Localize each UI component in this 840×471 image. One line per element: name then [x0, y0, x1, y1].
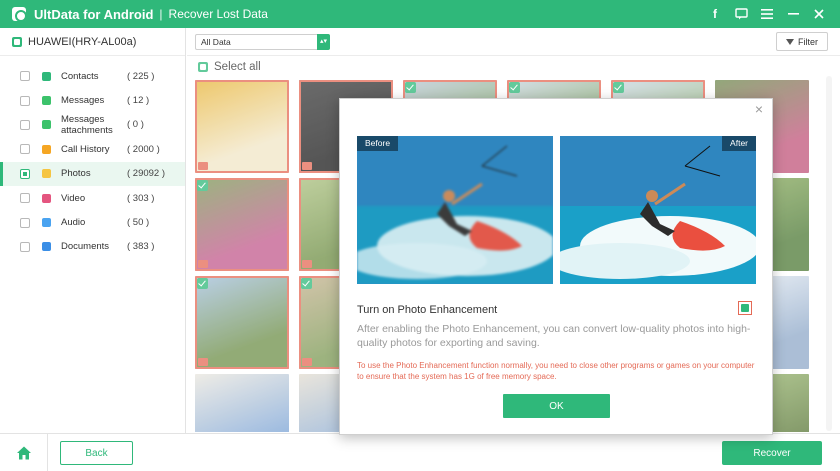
- feedback-icon[interactable]: [730, 3, 752, 25]
- category-checkbox[interactable]: [20, 168, 30, 179]
- recover-button[interactable]: Recover: [722, 441, 822, 465]
- dialog-close-icon[interactable]: ×: [752, 102, 766, 116]
- category-label: Documents: [61, 241, 110, 253]
- menu-icon[interactable]: [756, 3, 778, 25]
- before-photo: [357, 136, 553, 284]
- window-controls: f: [704, 0, 830, 28]
- documents-icon: [42, 242, 51, 252]
- category-label: Audio: [61, 217, 86, 229]
- sidebar-item-messages[interactable]: Messages ( 12 ): [0, 88, 185, 112]
- after-label: After: [722, 136, 756, 151]
- attachment-icon: [42, 120, 51, 130]
- back-button[interactable]: Back: [60, 441, 133, 465]
- facebook-icon[interactable]: f: [704, 3, 726, 25]
- sidebar-item-video[interactable]: Video ( 303 ): [0, 186, 185, 210]
- after-photo: [560, 136, 756, 284]
- category-count: ( 50 ): [127, 217, 150, 229]
- category-count: ( 2000 ): [127, 143, 160, 155]
- enhancement-title: Turn on Photo Enhancement: [357, 304, 498, 316]
- data-filter-value: All Data: [201, 37, 231, 47]
- ok-button[interactable]: OK: [503, 394, 610, 418]
- filter-icon: [786, 38, 794, 45]
- category-label: Messages attachments: [61, 113, 113, 136]
- enhancement-warning: To use the Photo Enhancement function no…: [357, 361, 755, 381]
- category-count: ( 225 ): [127, 70, 155, 82]
- before-label: Before: [357, 136, 399, 151]
- category-checkbox[interactable]: [20, 241, 30, 252]
- category-checkbox[interactable]: [20, 217, 30, 228]
- sidebar-item-messages-attachments[interactable]: Messages attachments ( 0 ): [0, 113, 185, 137]
- chevron-updown-icon[interactable]: ▴▾: [317, 34, 330, 50]
- category-checkbox[interactable]: [20, 119, 30, 130]
- home-icon: [17, 446, 31, 460]
- title-separator: |: [159, 7, 163, 21]
- bottom-divider: [47, 434, 48, 471]
- device-name: HUAWEI(HRY-AL00a): [28, 35, 137, 48]
- category-count: ( 303 ): [127, 192, 155, 204]
- video-icon: [42, 193, 51, 203]
- filter-button[interactable]: Filter: [776, 32, 828, 51]
- category-label: Photos: [61, 168, 91, 180]
- category-checkbox[interactable]: [20, 71, 30, 82]
- device-checkbox[interactable]: [12, 36, 22, 47]
- category-label: Video: [61, 192, 86, 204]
- category-checkbox[interactable]: [20, 193, 30, 204]
- filter-button-label: Filter: [798, 36, 818, 47]
- title-bar: UltData for Android | Recover Lost Data …: [0, 0, 840, 28]
- call-history-icon: [42, 144, 51, 154]
- category-count: ( 29092 ): [127, 168, 166, 180]
- data-filter-select[interactable]: All Data ▴▾: [195, 34, 330, 50]
- category-checkbox[interactable]: [20, 95, 30, 106]
- sidebar-item-documents[interactable]: Documents ( 383 ): [0, 235, 185, 259]
- category-count: ( 0 ): [127, 119, 144, 131]
- category-label: Contacts: [61, 70, 99, 82]
- sidebar-item-photos[interactable]: Photos ( 29092 ): [0, 161, 185, 187]
- messages-icon: [42, 96, 51, 106]
- photos-icon: [42, 169, 51, 179]
- app-logo-icon: [12, 7, 27, 22]
- device-row[interactable]: HUAWEI(HRY-AL00a): [0, 28, 185, 56]
- after-preview-image: After: [560, 136, 756, 284]
- enhancement-description: After enabling the Photo Enhancement, yo…: [357, 323, 751, 349]
- main-toolbar: All Data ▴▾ Filter: [187, 28, 840, 56]
- category-sidebar: HUAWEI(HRY-AL00a) Contacts ( 225 ) Message…: [0, 28, 186, 433]
- category-checkbox[interactable]: [20, 144, 30, 155]
- before-preview-image: Before: [357, 136, 553, 284]
- audio-icon: [42, 218, 51, 228]
- app-name: UltData for Android: [34, 6, 154, 22]
- category-label: Messages: [61, 95, 105, 107]
- contacts-icon: [42, 71, 51, 81]
- home-button[interactable]: [10, 442, 38, 464]
- photo-enhancement-dialog: × Before After Turn on Photo Enhancement…: [339, 98, 773, 435]
- category-label: Call History: [61, 143, 110, 155]
- sidebar-item-audio[interactable]: Audio ( 50 ): [0, 210, 185, 234]
- category-count: ( 383 ): [127, 241, 155, 253]
- category-list: Contacts ( 225 ) Messages ( 12 ) Messages at…: [0, 56, 185, 259]
- enhancement-checkbox[interactable]: [738, 301, 752, 315]
- sidebar-item-contacts[interactable]: Contacts ( 225 ): [0, 64, 185, 88]
- sidebar-item-call-history[interactable]: Call History ( 2000 ): [0, 137, 185, 161]
- bottom-bar: Back Recover: [0, 433, 840, 471]
- page-title: Recover Lost Data: [168, 7, 268, 21]
- close-icon[interactable]: [808, 3, 830, 25]
- category-count: ( 12 ): [127, 95, 150, 107]
- minimize-icon[interactable]: [782, 3, 804, 25]
